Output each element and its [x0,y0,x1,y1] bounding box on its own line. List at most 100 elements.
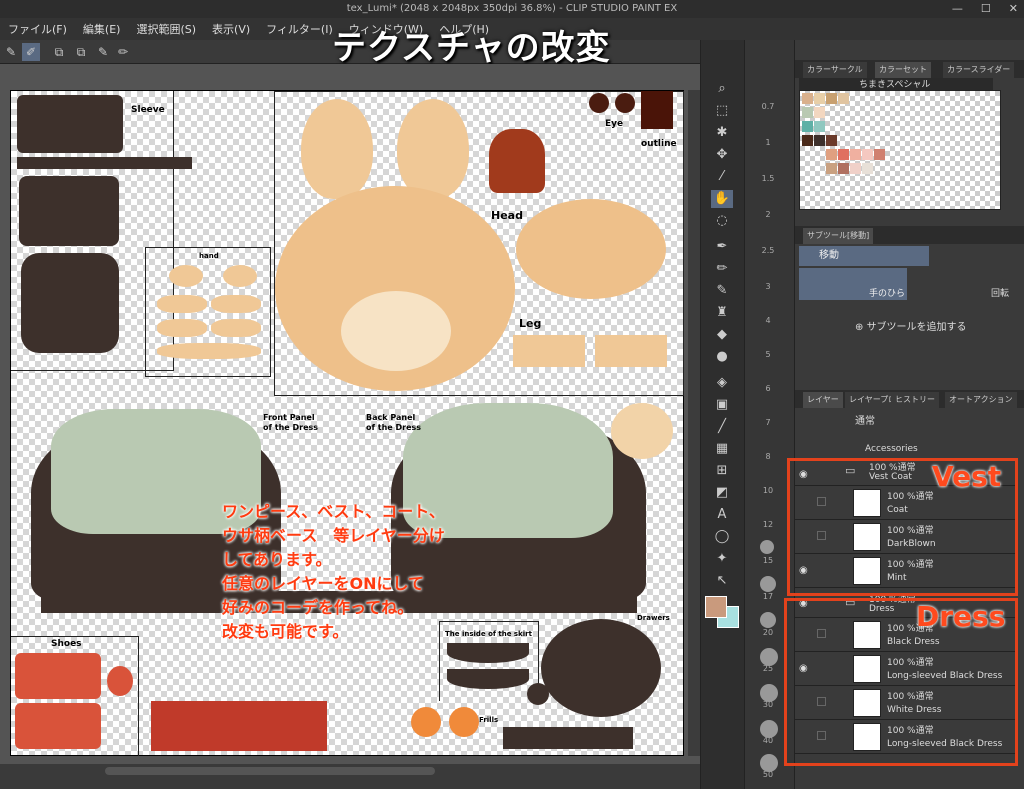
brush-size[interactable]: 1.5 [745,174,791,183]
magic-wand-icon[interactable]: ✱ [711,124,733,142]
frame-icon[interactable]: ▦ [711,440,733,458]
ruler-icon[interactable]: ⊞ [711,462,733,480]
zoom-icon[interactable]: ⌕ [711,80,733,98]
ruler-pen-icon[interactable]: ✐ [22,43,40,61]
brush-size[interactable]: 4 [745,316,791,325]
subtool-group-label: 移動 [819,250,839,261]
menu-edit[interactable]: 編集(E) [75,21,129,37]
brush-size[interactable]: 7 [745,418,791,427]
menu-selection[interactable]: 選択範囲(S) [128,21,204,37]
tab-history[interactable]: ヒストリー [891,392,939,408]
hand-tool-icon[interactable]: ✋ [711,190,733,208]
brush-size[interactable]: 12 [745,520,791,529]
fill-icon[interactable]: ◈ [711,374,733,392]
color-chip[interactable] [862,149,873,160]
vertical-scrollbar[interactable] [688,90,700,756]
brush-icon[interactable]: ✎ [94,43,112,61]
color-chip[interactable] [850,149,861,160]
subtool-group-move[interactable]: 移動 [799,246,929,266]
tool-strip: ⌕ ⬚ ✱ ✥ ⁄ ✋ ◌ ✒ ✏ ✎ ♜ ◆ ● ◈ ▣ ╱ ▦ ⊞ ◩ A … [700,40,744,789]
horizontal-scrollbar[interactable] [0,764,700,789]
color-chip[interactable] [826,93,837,104]
skirt-inside-piece [447,643,529,663]
main-color-swatch[interactable] [705,596,727,618]
paste-icon[interactable]: ⧉ [72,43,90,61]
color-chip[interactable] [802,135,813,146]
brush-size[interactable]: 8 [745,452,791,461]
brush-size[interactable]: 3 [745,282,791,291]
brush-size[interactable]: 1 [745,138,791,147]
balloon-icon[interactable]: ◯ [711,528,733,546]
color-chip[interactable] [826,149,837,160]
pencil-icon[interactable]: ✏ [114,43,132,61]
brush-size[interactable]: 6 [745,384,791,393]
color-chip[interactable] [802,121,813,132]
menu-filter[interactable]: フィルター(I) [258,21,341,37]
tab-auto-action[interactable]: オートアクション [945,392,1017,408]
scroll-thumb[interactable] [105,767,435,775]
color-chip[interactable] [838,93,849,104]
eyedropper-icon[interactable]: ⁄ [711,168,733,186]
brush-preview [760,648,778,666]
tab-subtool[interactable]: サブツール[移動] [803,228,874,244]
brush-size[interactable]: 2 [745,210,791,219]
color-chip[interactable] [838,163,849,174]
menu-file[interactable]: ファイル(F) [0,21,75,37]
color-chip[interactable] [862,163,873,174]
operation-icon[interactable]: ↖ [711,572,733,590]
brush-size[interactable]: 10 [745,486,791,495]
label-back-panel: Back Panel of the Dress [366,413,422,432]
blend-icon[interactable]: ● [711,348,733,366]
color-chip[interactable] [814,135,825,146]
eraser-icon[interactable]: ◆ [711,326,733,344]
minimize-icon[interactable]: — [952,0,963,18]
decoration-icon[interactable]: ✦ [711,550,733,568]
line-icon[interactable]: ╱ [711,418,733,436]
blend-mode-select[interactable]: 通常 [855,412,875,427]
brush-size[interactable]: 15 [745,556,791,565]
color-chip[interactable] [802,107,813,118]
menu-view[interactable]: 表示(V) [204,21,258,37]
hand-piece [223,265,257,287]
add-subtool-label: サブツールを追加する [866,322,967,333]
label-outline: outline [641,139,677,149]
text-icon[interactable]: A [711,506,733,524]
label-sleeve: Sleeve [131,105,165,115]
lasso-icon[interactable]: ◌ [711,212,733,230]
gradient-icon[interactable]: ▣ [711,396,733,414]
tab-color-slider[interactable]: カラースライダー [943,62,1015,78]
tab-color-circle[interactable]: カラーサークル [803,62,867,78]
airbrush-icon[interactable]: ♜ [711,304,733,322]
tab-layer[interactable]: レイヤー [803,392,843,408]
pen-icon[interactable]: ✎ [2,43,20,61]
subtool-hand[interactable]: 手のひら [799,268,907,300]
tab-color-set[interactable]: カラーセット [875,62,931,78]
copy-icon[interactable]: ⧉ [50,43,68,61]
brush-size[interactable]: 0.7 [745,102,791,111]
pencil-tool-icon[interactable]: ✏ [711,260,733,278]
color-chip[interactable] [814,107,825,118]
brush-size[interactable]: 5 [745,350,791,359]
color-chip[interactable] [874,149,885,160]
texture-canvas[interactable]: Sleeve Eye outline Head Leg hand Front P… [10,90,684,756]
color-chip[interactable] [826,163,837,174]
color-chip[interactable] [802,93,813,104]
correct-line-icon[interactable]: ◩ [711,484,733,502]
color-set-palette[interactable] [799,90,1001,210]
maximize-icon[interactable]: ☐ [981,0,991,18]
pen-tool-icon[interactable]: ✒ [711,238,733,256]
move-icon[interactable]: ✥ [711,146,733,164]
color-chip[interactable] [826,135,837,146]
color-chip[interactable] [850,163,861,174]
sleeve-piece [17,95,123,153]
add-subtool-button[interactable]: ⊕ サブツールを追加する [855,318,967,333]
color-chip[interactable] [814,93,825,104]
layer-accessories[interactable]: Accessories [865,444,918,454]
close-icon[interactable]: ✕ [1009,0,1018,18]
color-chip[interactable] [838,149,849,160]
color-chip[interactable] [814,121,825,132]
subtool-rotate-label[interactable]: 回転 [991,286,1009,299]
brush-tool-icon[interactable]: ✎ [711,282,733,300]
brush-size[interactable]: 2.5 [745,246,791,255]
object-select-icon[interactable]: ⬚ [711,102,733,120]
